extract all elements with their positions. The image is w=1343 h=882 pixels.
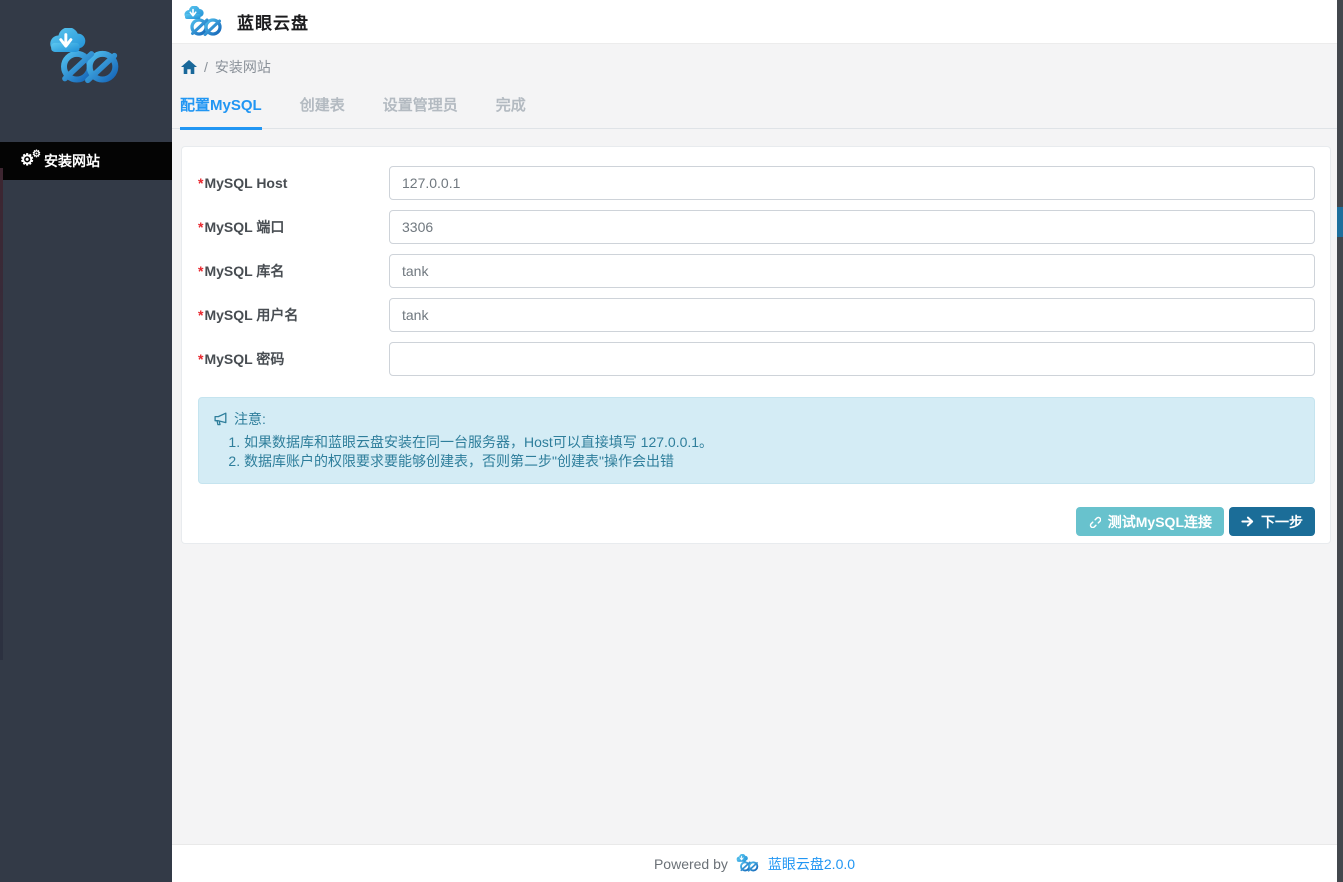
next-step-button[interactable]: 下一步 [1229, 507, 1315, 536]
notice-box: 注意: 如果数据库和蓝眼云盘安装在同一台服务器，Host可以直接填写 127.0… [198, 397, 1315, 484]
link-icon [1088, 515, 1101, 528]
required-mark: * [198, 263, 203, 279]
scrollbar-thumb[interactable] [1337, 207, 1343, 237]
required-mark: * [198, 175, 203, 191]
home-icon[interactable] [181, 60, 197, 75]
form-row-password: *MySQL 密码 [198, 342, 1315, 376]
field-label: *MySQL 库名 [198, 261, 389, 281]
breadcrumb-current: 安装网站 [215, 57, 271, 77]
tank-logo-icon [180, 6, 228, 38]
mysql-username-input[interactable] [389, 298, 1315, 332]
sidebar: ⚙⚙ 安装网站 [0, 0, 172, 882]
powered-by-label: Powered by [654, 856, 728, 872]
notice-item: 数据库账户的权限要求要能够创建表，否则第二步"创建表"操作会出错 [244, 452, 1300, 470]
content: / 安装网站 配置MySQL 创建表 设置管理员 完成 *MySQL Host … [172, 45, 1337, 844]
notice-list: 如果数据库和蓝眼云盘安装在同一台服务器，Host可以直接填写 127.0.0.1… [213, 433, 1300, 470]
tank-logo-icon [734, 854, 762, 873]
tab-configure-mysql[interactable]: 配置MySQL [180, 94, 262, 128]
mysql-password-input[interactable] [389, 342, 1315, 376]
field-label: *MySQL 用户名 [198, 305, 389, 325]
sidebar-logo [0, 0, 172, 87]
required-mark: * [198, 219, 203, 235]
mysql-database-input[interactable] [389, 254, 1315, 288]
header: 蓝眼云盘 [172, 0, 1337, 44]
breadcrumb-separator: / [204, 59, 208, 75]
footer: Powered by 蓝眼云盘2.0.0 [172, 844, 1337, 882]
form-row-database: *MySQL 库名 [198, 254, 1315, 288]
form-row-host: *MySQL Host [198, 166, 1315, 200]
page-scrollbar[interactable] [1337, 0, 1343, 882]
sidebar-texture [0, 168, 3, 660]
app-title: 蓝眼云盘 [237, 9, 309, 34]
actions-bar: 测试MySQL连接 下一步 [198, 507, 1315, 536]
cogs-icon: ⚙⚙ [20, 152, 44, 170]
mysql-host-input[interactable] [389, 166, 1315, 200]
arrow-right-icon [1241, 515, 1254, 528]
tab-finish[interactable]: 完成 [496, 94, 526, 128]
breadcrumb: / 安装网站 [181, 57, 1337, 77]
mysql-port-input[interactable] [389, 210, 1315, 244]
wizard-tabs: 配置MySQL 创建表 设置管理员 完成 [172, 94, 1337, 129]
mysql-config-card: *MySQL Host *MySQL 端口 *MySQL 库名 *MySQL 用… [181, 146, 1331, 544]
notice-item: 如果数据库和蓝眼云盘安装在同一台服务器，Host可以直接填写 127.0.0.1… [244, 433, 1300, 451]
required-mark: * [198, 351, 203, 367]
sidebar-item-label: 安装网站 [44, 151, 100, 171]
form-row-username: *MySQL 用户名 [198, 298, 1315, 332]
field-label: *MySQL 密码 [198, 349, 389, 369]
bullhorn-icon [213, 412, 228, 427]
form-row-port: *MySQL 端口 [198, 210, 1315, 244]
notice-title: 注意: [213, 409, 1300, 429]
brand-version-link[interactable]: 蓝眼云盘2.0.0 [768, 854, 855, 874]
sidebar-item-install[interactable]: ⚙⚙ 安装网站 [0, 142, 172, 180]
test-mysql-button[interactable]: 测试MySQL连接 [1076, 507, 1224, 536]
main-area: 蓝眼云盘 / 安装网站 配置MySQL 创建表 设置管理员 完成 *MySQL … [172, 0, 1337, 882]
tab-set-admin[interactable]: 设置管理员 [383, 94, 458, 128]
tab-create-tables[interactable]: 创建表 [300, 94, 345, 128]
field-label: *MySQL Host [198, 175, 389, 191]
field-label: *MySQL 端口 [198, 217, 389, 237]
required-mark: * [198, 307, 203, 323]
tank-logo-icon [42, 28, 130, 87]
